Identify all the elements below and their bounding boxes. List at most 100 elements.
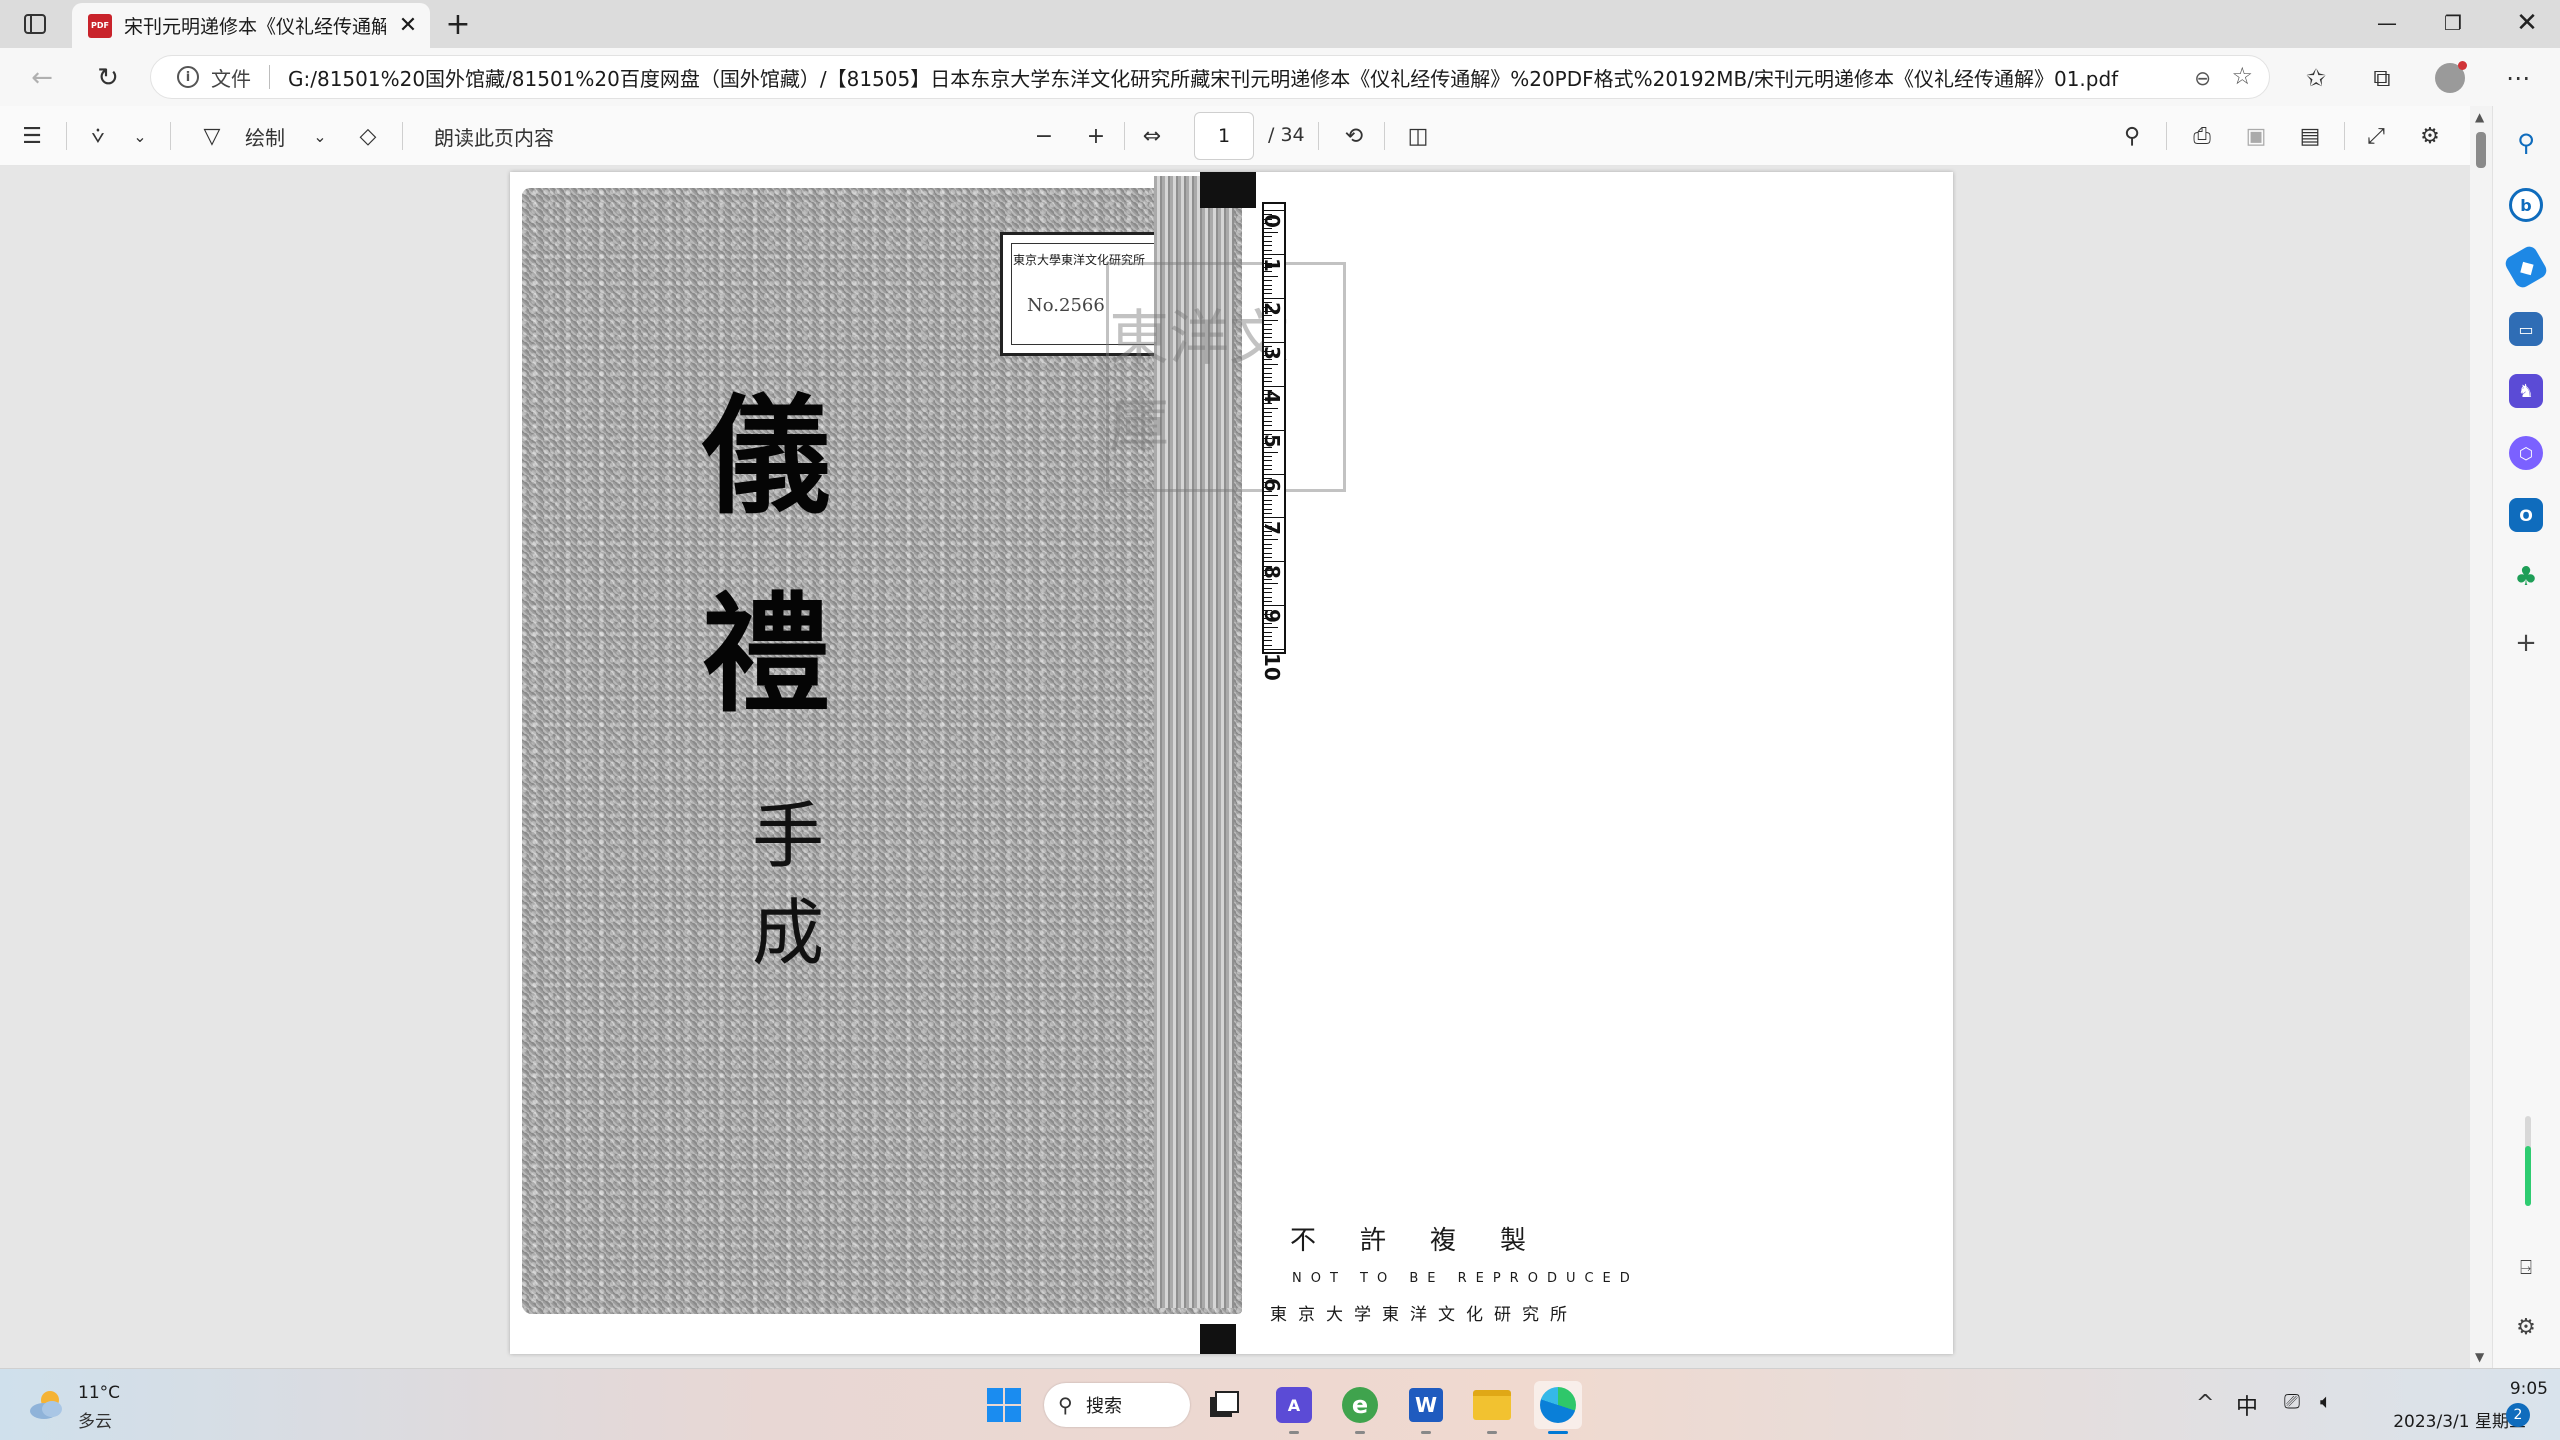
draw-button[interactable]: ▽ (194, 118, 230, 154)
page-number-input[interactable]: 1 (1194, 112, 1254, 160)
ruler-minor-tick (1264, 596, 1272, 598)
add-sidebar-app-icon[interactable]: + (2509, 626, 2543, 660)
ruler-minor-tick (1264, 332, 1272, 334)
ime-indicator[interactable]: 中 (2236, 1389, 2258, 1421)
outlook-icon[interactable]: O (2509, 498, 2543, 532)
draw-options-button[interactable]: ⌄ (306, 118, 334, 154)
tab-actions-button[interactable] (14, 8, 56, 40)
task-view-button[interactable] (1200, 1381, 1248, 1429)
tray-overflow-icon[interactable]: ^ (2196, 1391, 2214, 1416)
word-icon: W (1409, 1388, 1443, 1422)
shopping-tag-icon[interactable]: ◆ (2502, 243, 2550, 291)
games-icon[interactable]: ♞ (2509, 374, 2543, 408)
weather-cloudy-icon[interactable] (26, 1385, 66, 1425)
zoom-out-button[interactable]: − (1026, 118, 1062, 154)
ruler-number: 7 (1260, 521, 1284, 536)
page-view-button[interactable]: ◫ (1400, 118, 1436, 154)
translator-app-button[interactable]: A (1270, 1381, 1318, 1434)
find-button[interactable]: ⚲ (2114, 118, 2150, 154)
zoom-out-icon[interactable]: ⊖ (2194, 66, 2211, 90)
url-text[interactable]: G:/81501%20国外馆藏/81501%20百度网盘（国外馆藏）/【8150… (288, 63, 2148, 92)
add-favorite-icon[interactable]: ☆ (2231, 62, 2253, 90)
sidebar-settings-icon[interactable]: ⚙ (2509, 1310, 2543, 1344)
window-minimize-button[interactable]: — (2354, 0, 2420, 46)
favorites-button[interactable]: ✩ (2296, 58, 2336, 98)
network-icon[interactable]: ⎚ (2284, 1389, 2300, 1413)
new-tab-button[interactable]: + (440, 6, 476, 42)
file-explorer-button[interactable] (1468, 1381, 1516, 1434)
ruler-minor-tick (1264, 214, 1272, 216)
pdf-viewport[interactable]: 東京大學東洋文化研究所 No.2566 儀 禮 手成 東洋文庫 01234567… (0, 166, 2470, 1368)
address-bar[interactable]: i 文件 G:/81501%20国外馆藏/81501%20百度网盘（国外馆藏）/… (150, 55, 2270, 99)
profile-button[interactable] (2430, 58, 2470, 98)
ruler-minor-tick (1264, 548, 1272, 550)
pdf-page[interactable]: 東京大學東洋文化研究所 No.2566 儀 禮 手成 東洋文庫 01234567… (510, 172, 1953, 1354)
tab-close-button[interactable]: ✕ (394, 13, 422, 38)
highlighter-icon: ⩒ (91, 123, 105, 149)
print-button[interactable]: ⎙ (2184, 118, 2220, 154)
notification-badge[interactable]: 2 (2506, 1403, 2530, 1427)
scroll-down-icon[interactable]: ▼ (2475, 1350, 2484, 1364)
zoom-in-button[interactable]: + (1078, 118, 1114, 154)
highlight-options-button[interactable]: ⌄ (126, 118, 154, 154)
ruler-minor-tick (1264, 218, 1272, 220)
tab-active[interactable]: PDF 宋刊元明递修本《仪礼经传通解》 ✕ (72, 3, 430, 48)
ruler-major-tick (1264, 385, 1286, 387)
fullscreen-button[interactable]: ⤢ (2358, 118, 2394, 154)
ruler-minor-tick (1264, 390, 1272, 392)
erase-button[interactable]: ◇ (350, 118, 386, 154)
weather-description[interactable]: 多云 (78, 1407, 112, 1432)
edge-app-button[interactable] (1534, 1381, 1582, 1434)
clock-time[interactable]: 9:05 (2452, 1379, 2548, 1399)
contents-button[interactable]: ☰ (14, 118, 50, 154)
plus-icon: + (1086, 123, 1106, 149)
toolbar-separator (170, 122, 171, 150)
save-as-button[interactable]: ▤ (2292, 118, 2328, 154)
printer-icon: ⎙ (2193, 123, 2211, 149)
bing-chat-icon[interactable]: b (2509, 188, 2543, 222)
save-icon: ▣ (2245, 123, 2267, 149)
sidebar-pane-icon[interactable]: ⍈ (2509, 1250, 2543, 1284)
ruler-minor-tick (1264, 275, 1278, 277)
weather-temperature[interactable]: 11°C (78, 1383, 120, 1403)
ruler-minor-tick (1264, 477, 1272, 479)
taskbar-search[interactable]: ⚲ 搜索 (1044, 1383, 1190, 1427)
ruler-minor-tick (1264, 394, 1272, 396)
scroll-up-icon[interactable]: ▲ (2475, 110, 2484, 124)
window-maximize-button[interactable]: ❐ (2420, 0, 2486, 46)
sidebar-search-icon[interactable]: ⚲ (2509, 126, 2543, 160)
info-icon[interactable]: i (177, 66, 199, 88)
rotate-button[interactable]: ⟲ (1336, 118, 1372, 154)
ruler-minor-tick (1264, 614, 1272, 616)
ruler-minor-tick (1264, 363, 1278, 365)
watermark-stamp: 東洋文庫 (1106, 262, 1346, 492)
read-aloud-button[interactable]: 朗读此页内容 (424, 118, 564, 154)
ruler-minor-tick (1264, 337, 1272, 339)
ruler-minor-tick (1264, 513, 1272, 515)
window-close-button[interactable]: ✕ (2494, 0, 2560, 46)
volume-icon[interactable]: 🔈︎ (2320, 1389, 2332, 1413)
back-button[interactable]: ← (22, 58, 62, 98)
ie-app-button[interactable]: e (1336, 1381, 1384, 1434)
vertical-scrollbar[interactable]: ▲ ▼ (2470, 106, 2492, 1368)
word-app-button[interactable]: W (1402, 1381, 1450, 1434)
ruler-minor-tick (1264, 552, 1272, 554)
ruler-minor-tick (1264, 223, 1272, 225)
settings-menu-button[interactable]: ⋯ (2498, 58, 2538, 98)
collections-button[interactable]: ⧉ (2362, 58, 2402, 98)
clock-date[interactable]: 2023/3/1 星期三 (2366, 1407, 2526, 1432)
refresh-button[interactable]: ↻ (88, 58, 128, 98)
draw-label-button[interactable]: 绘制 (240, 118, 290, 154)
fit-width-button[interactable]: ⇔ (1134, 118, 1170, 154)
microsoft-365-icon[interactable]: ⬡ (2509, 436, 2543, 470)
ruler-minor-tick (1264, 425, 1272, 427)
start-button[interactable] (980, 1381, 1028, 1429)
tools-briefcase-icon[interactable]: ▭ (2509, 312, 2543, 346)
ruler-minor-tick (1264, 574, 1272, 576)
pdf-settings-button[interactable]: ⚙ (2412, 118, 2448, 154)
highlight-button[interactable]: ⩒ (80, 118, 116, 154)
save-button[interactable]: ▣ (2238, 118, 2274, 154)
ruler-minor-tick (1264, 350, 1272, 352)
drop-tree-icon[interactable]: ♣ (2509, 560, 2543, 594)
scrollbar-thumb[interactable] (2476, 132, 2486, 168)
